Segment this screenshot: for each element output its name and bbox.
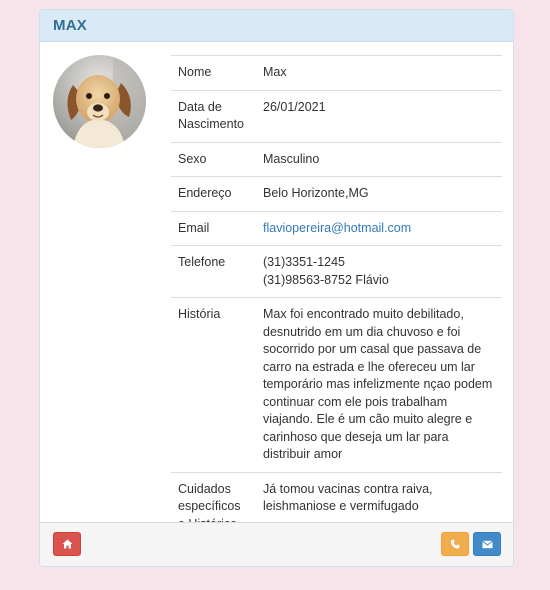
row-label-email: Email xyxy=(171,210,256,246)
row-label-telefone: Telefone xyxy=(171,245,256,298)
pet-name-title: MAX xyxy=(53,17,87,34)
row-label-endereco: Endereço xyxy=(171,176,256,211)
panel-heading: MAX xyxy=(40,10,513,42)
row-value-email: flaviopereira@hotmail.com xyxy=(256,210,502,246)
phone-icon xyxy=(450,539,459,549)
call-button[interactable] xyxy=(441,532,469,556)
table-row: Sexo Masculino xyxy=(171,141,502,177)
row-value-nome: Max xyxy=(256,55,502,90)
row-value-endereco: Belo Horizonte,MG xyxy=(256,176,502,211)
row-value-telefone: (31)3351-1245 (31)98563-8752 Flávio xyxy=(256,245,502,298)
row-label-historia: História xyxy=(171,297,256,472)
email-link[interactable]: flaviopereira@hotmail.com xyxy=(263,221,411,235)
pet-profile-panel: MAX Nome Max Data de Nascimento 26/01/20… xyxy=(39,9,514,567)
pet-photo xyxy=(53,55,146,148)
row-label-sexo: Sexo xyxy=(171,141,256,177)
row-value-historia: Max foi encontrado muito debilitado, des… xyxy=(256,297,502,472)
pet-details-table: Nome Max Data de Nascimento 26/01/2021 S… xyxy=(171,55,502,541)
row-label-nome: Nome xyxy=(171,55,256,90)
row-label-data-nascimento: Data de Nascimento xyxy=(171,89,256,142)
panel-footer xyxy=(40,522,513,566)
table-row: Data de Nascimento 26/01/2021 xyxy=(171,89,502,142)
table-row: Nome Max xyxy=(171,55,502,90)
table-row: Email flaviopereira@hotmail.com xyxy=(171,210,502,246)
home-icon xyxy=(62,539,72,549)
email-button[interactable] xyxy=(473,532,501,556)
table-row: História Max foi encontrado muito debili… xyxy=(171,297,502,472)
envelope-icon xyxy=(481,540,493,548)
row-value-sexo: Masculino xyxy=(256,141,502,177)
home-button[interactable] xyxy=(53,532,81,556)
row-value-data-nascimento: 26/01/2021 xyxy=(256,89,502,142)
table-row: Telefone (31)3351-1245 (31)98563-8752 Fl… xyxy=(171,245,502,298)
table-row: Endereço Belo Horizonte,MG xyxy=(171,176,502,211)
